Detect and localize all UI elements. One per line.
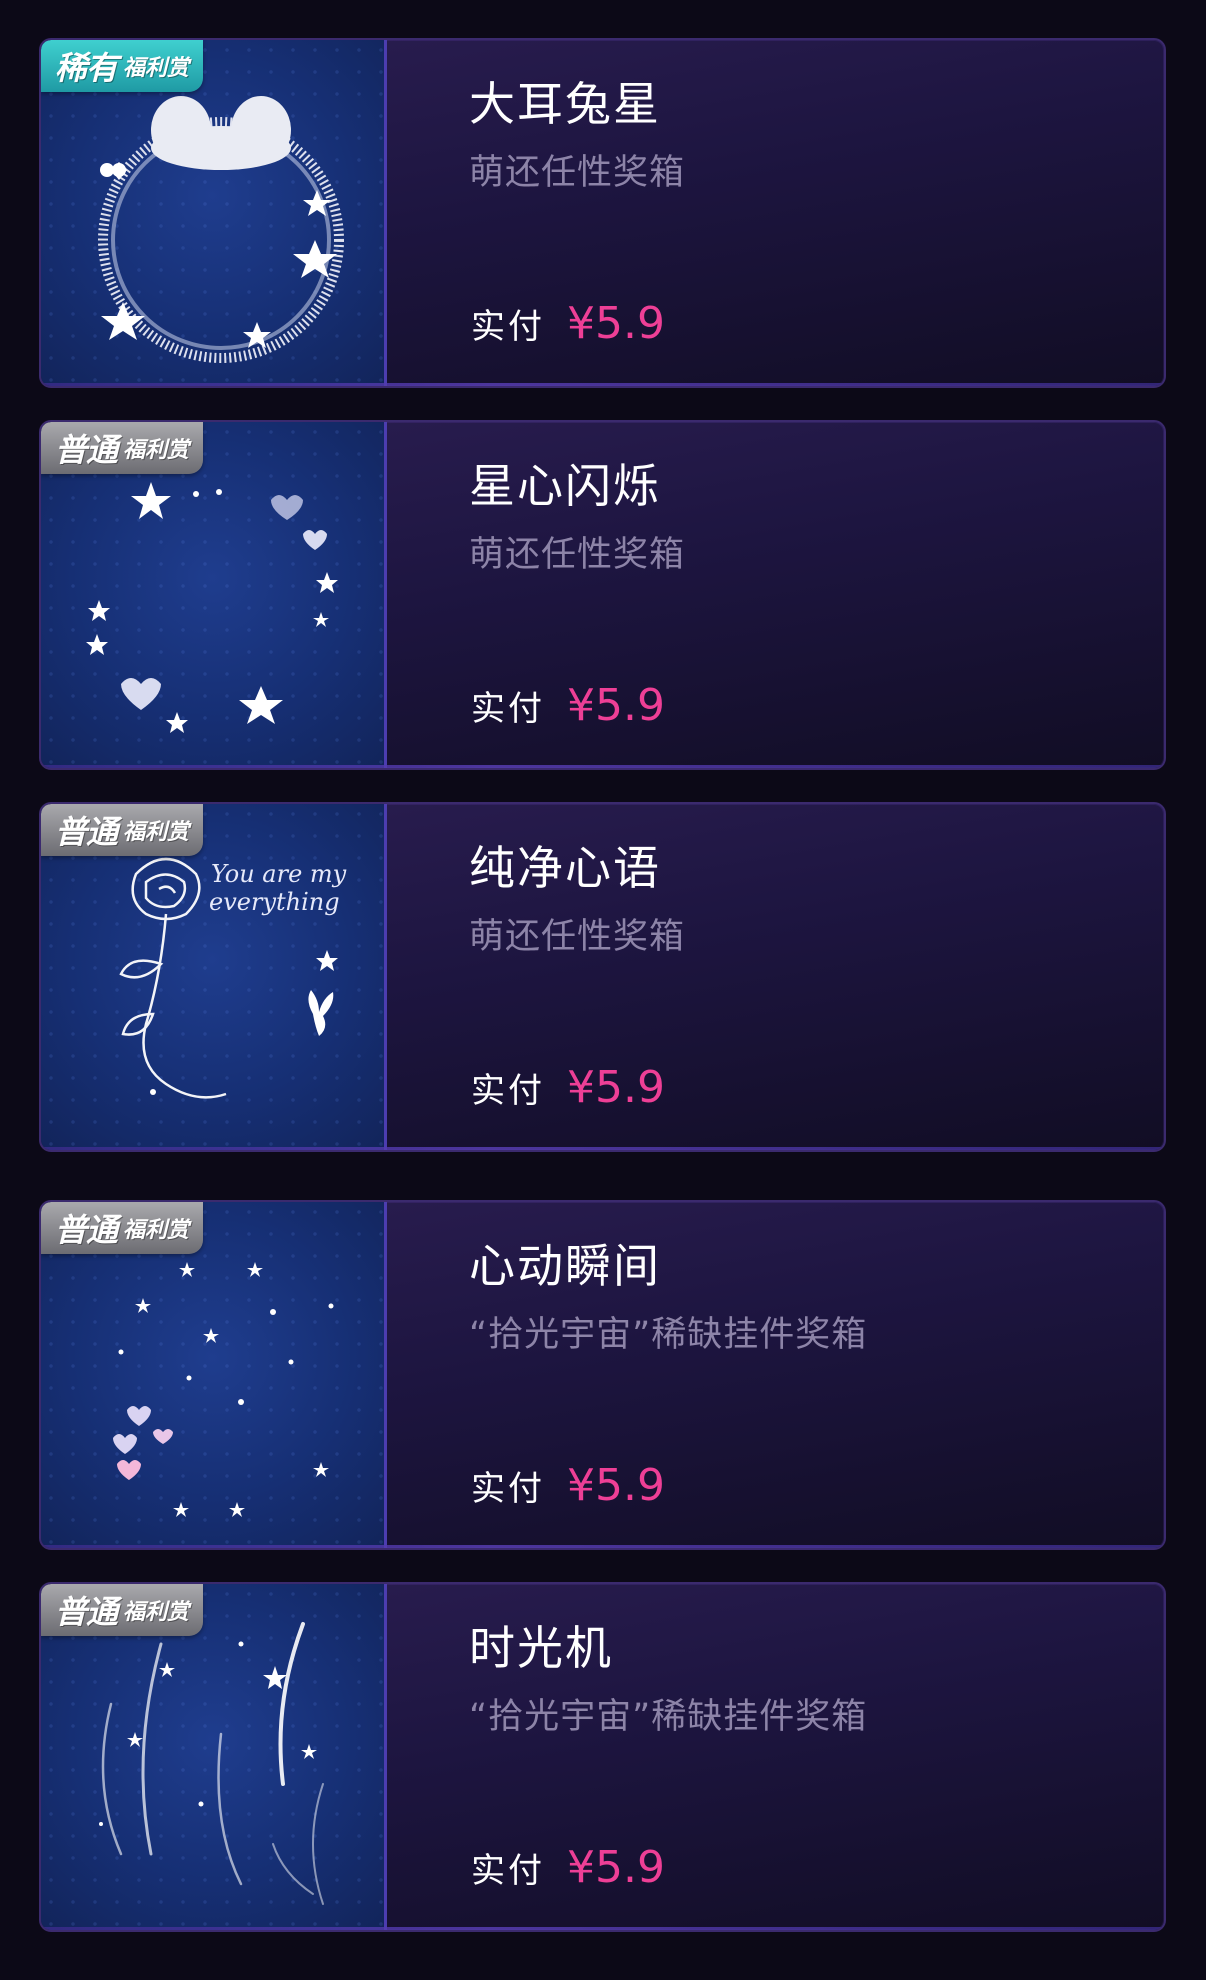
prize-subtitle: “拾光宇宙”稀缺挂件奖箱 [469,1697,868,1737]
rare-badge: 稀有 福利赏 [41,40,204,92]
price-row: 实付 ¥5.9 [471,298,665,349]
prize-name: 大耳兔星 [469,77,661,131]
badge-sub-text: 福利赏 [123,1218,190,1243]
price-value: ¥5.9 [567,680,665,731]
price-row: 实付 ¥5.9 [471,1062,665,1113]
art-script-line-2: everything [209,888,340,916]
badge-sub-text: 福利赏 [123,1600,190,1625]
normal-badge: 普通 福利赏 [41,804,204,856]
badge-main-text: 普通 [55,1593,118,1631]
normal-badge: 普通 福利赏 [41,422,204,474]
pay-label: 实付 [471,307,545,347]
price-value: ¥5.9 [567,298,665,349]
normal-badge: 普通 福利赏 [41,1202,204,1254]
prize-info: 大耳兔星 萌还任性奖箱 实付 ¥5.9 [431,40,1144,386]
price-value: ¥5.9 [567,1062,665,1113]
prize-thumbnail: 普通 福利赏 [41,1584,387,1930]
prize-thumbnail: 普通 福利赏 [41,1202,387,1548]
prize-subtitle: 萌还任性奖箱 [469,535,686,575]
normal-badge: 普通 福利赏 [41,1584,204,1636]
prize-name: 星心闪烁 [469,459,661,513]
prize-info: 时光机 “拾光宇宙”稀缺挂件奖箱 实付 ¥5.9 [431,1584,1144,1930]
price-value: ¥5.9 [567,1460,665,1511]
prize-info: 心动瞬间 “拾光宇宙”稀缺挂件奖箱 实付 ¥5.9 [431,1202,1144,1548]
price-value: ¥5.9 [567,1842,665,1893]
art-script-line-1: You are my [211,860,347,888]
prize-name: 时光机 [469,1621,613,1675]
prize-card-1[interactable]: 稀有 福利赏 大耳兔星 萌还任性奖箱 实付 ¥5.9 [39,38,1166,388]
price-row: 实付 ¥5.9 [471,680,665,731]
prize-subtitle: 萌还任性奖箱 [469,917,686,957]
prize-info: 星心闪烁 萌还任性奖箱 实付 ¥5.9 [431,422,1144,768]
price-row: 实付 ¥5.9 [471,1842,665,1893]
prize-subtitle: “拾光宇宙”稀缺挂件奖箱 [469,1315,868,1355]
prize-thumbnail: You are my everything 普通 福利赏 [41,804,387,1150]
prize-subtitle: 萌还任性奖箱 [469,153,686,193]
prize-card-3[interactable]: You are my everything 普通 福利赏 纯净心语 萌还任性奖箱… [39,802,1166,1152]
pay-label: 实付 [471,1851,545,1891]
prize-info: 纯净心语 萌还任性奖箱 实付 ¥5.9 [431,804,1144,1150]
prize-thumbnail: 普通 福利赏 [41,422,387,768]
prize-card-5[interactable]: 普通 福利赏 时光机 “拾光宇宙”稀缺挂件奖箱 实付 ¥5.9 [39,1582,1166,1932]
pay-label: 实付 [471,1469,545,1509]
prize-name: 纯净心语 [469,841,661,895]
badge-main-text: 普通 [55,1211,118,1249]
badge-main-text: 普通 [55,431,118,469]
prize-name: 心动瞬间 [469,1239,661,1293]
pay-label: 实付 [471,689,545,729]
price-row: 实付 ¥5.9 [471,1460,665,1511]
badge-sub-text: 福利赏 [123,438,190,463]
prize-card-2[interactable]: 普通 福利赏 星心闪烁 萌还任性奖箱 实付 ¥5.9 [39,420,1166,770]
badge-sub-text: 福利赏 [123,820,190,845]
pay-label: 实付 [471,1071,545,1111]
badge-main-text: 普通 [55,813,118,851]
prize-card-4[interactable]: 普通 福利赏 心动瞬间 “拾光宇宙”稀缺挂件奖箱 实付 ¥5.9 [39,1200,1166,1550]
badge-sub-text: 福利赏 [123,56,190,81]
prize-thumbnail: 稀有 福利赏 [41,40,387,386]
badge-main-text: 稀有 [55,49,118,87]
